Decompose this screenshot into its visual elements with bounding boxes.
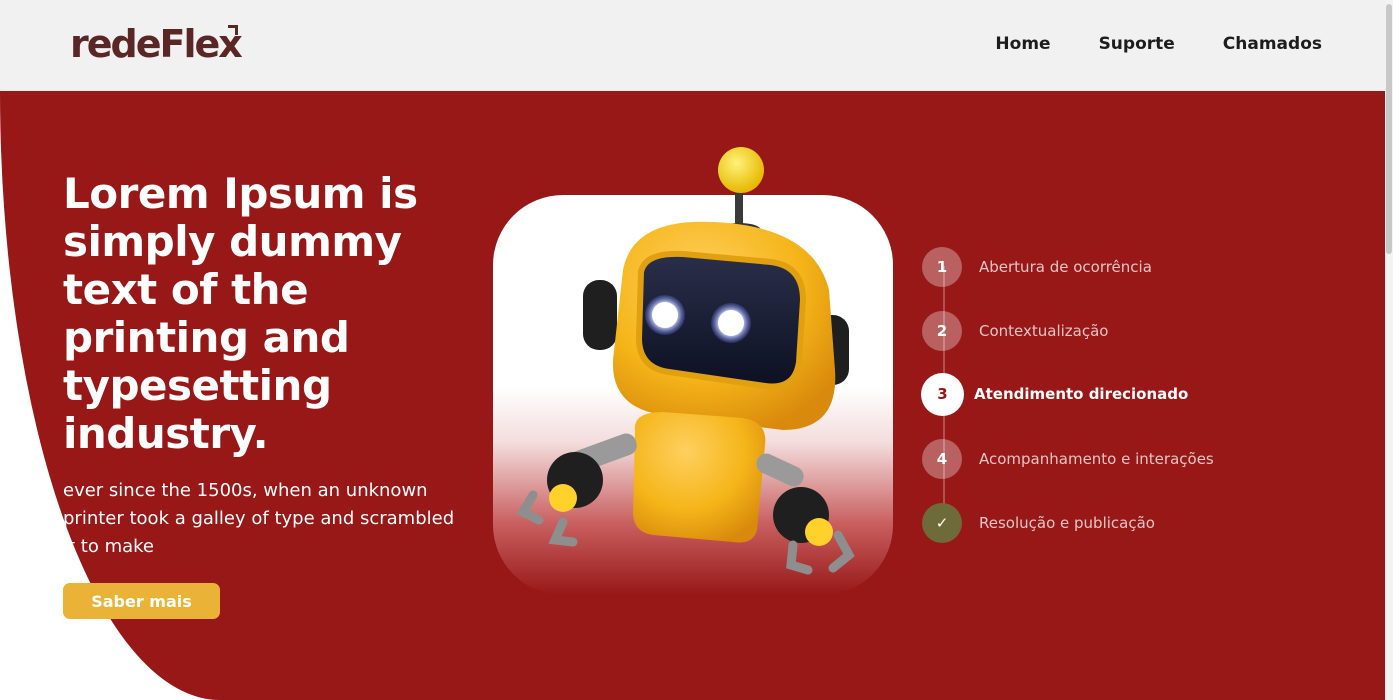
hero-subtext: ever since the 1500s, when an unknown pr… xyxy=(63,480,455,557)
check-icon: ✓ xyxy=(922,503,962,543)
nav-suporte[interactable]: Suporte xyxy=(1099,33,1175,55)
main-nav: Home Suporte Chamados xyxy=(995,33,1322,55)
step-2[interactable]: 2 Contextualização xyxy=(922,310,1108,352)
step-4-marker: 4 xyxy=(922,439,962,479)
logo[interactable]: redeFlex xyxy=(70,22,243,66)
step-5[interactable]: ✓ Resolução e publicação xyxy=(922,502,1155,544)
scrollbar-thumb[interactable] xyxy=(1386,4,1392,254)
step-1-marker: 1 xyxy=(922,247,962,287)
saber-mais-button[interactable]: Saber mais xyxy=(63,583,220,619)
hero-headline: Lorem Ipsum is simply dummy text of the … xyxy=(63,169,418,458)
page-scrollbar[interactable] xyxy=(1385,0,1393,700)
robot-illustration-icon xyxy=(516,147,855,575)
step-3-label: Atendimento direcionado xyxy=(974,385,1189,403)
step-5-label: Resolução e publicação xyxy=(979,514,1155,532)
step-2-label: Contextualização xyxy=(979,322,1109,340)
step-1[interactable]: 1 Abertura de ocorrência xyxy=(922,246,1152,288)
step-1-label: Abertura de ocorrência xyxy=(979,258,1152,276)
site-header: redeFlex Home Suporte Chamados xyxy=(0,0,1385,91)
nav-home[interactable]: Home xyxy=(995,33,1050,55)
step-3[interactable]: 3 Atendimento direcionado xyxy=(921,372,1189,416)
step-4[interactable]: 4 Acompanhamento e interações xyxy=(922,438,1214,480)
step-3-marker: 3 xyxy=(921,372,964,416)
step-4-label: Acompanhamento e interações xyxy=(979,450,1214,468)
logo-mark-icon xyxy=(228,25,238,35)
step-2-marker: 2 xyxy=(922,311,962,351)
process-steps: 1 Abertura de ocorrência 2 Contextualiza… xyxy=(921,246,1302,546)
nav-chamados[interactable]: Chamados xyxy=(1223,33,1322,55)
